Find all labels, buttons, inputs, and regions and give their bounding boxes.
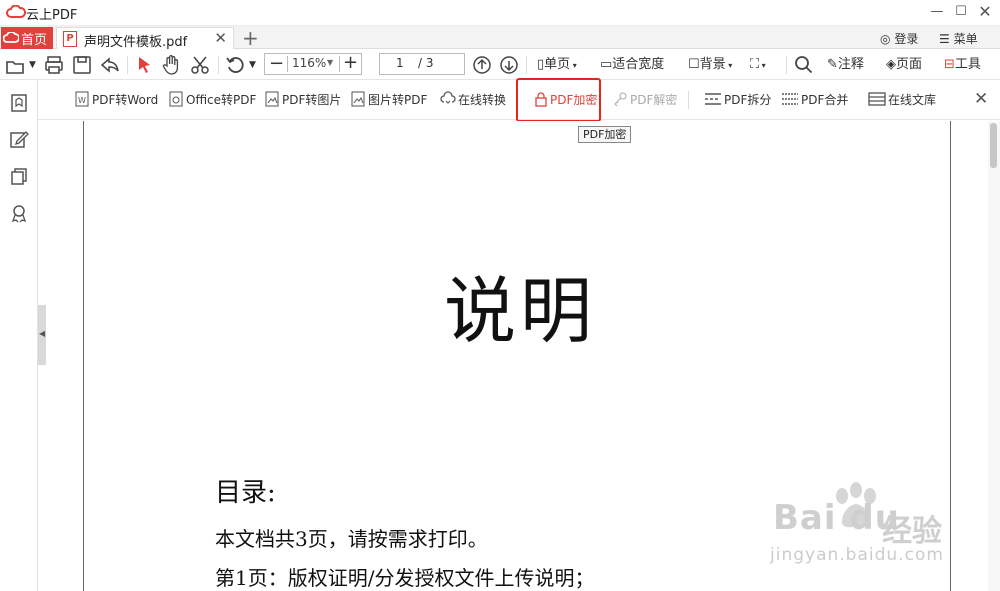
doc-text-line: 第1页：版权证明/分发授权文件上传说明； bbox=[215, 566, 595, 590]
close-toolbar-icon[interactable]: ✕ bbox=[974, 89, 988, 109]
toolbar-divider bbox=[786, 56, 787, 74]
menu-label: 菜单 bbox=[953, 32, 978, 46]
tab-document-label: 声明文件模板.pdf bbox=[84, 35, 188, 50]
single-page-label: 单页 bbox=[544, 57, 571, 72]
pdf-to-image-icon bbox=[265, 91, 279, 107]
merge-icon bbox=[782, 93, 798, 105]
pdf-file-icon: P bbox=[63, 31, 77, 47]
doc-text-line: 本文档共3页，请按需求打印。 bbox=[215, 527, 488, 551]
fit-width-button[interactable]: ▭适合宽度 bbox=[600, 54, 664, 76]
watermark-brand: Bai du bbox=[773, 498, 900, 538]
page-button[interactable]: ◈页面 bbox=[886, 54, 922, 76]
library-icon bbox=[868, 92, 886, 106]
title-bar: 云上PDF — ☐ ✕ bbox=[0, 0, 1000, 26]
fullscreen-icon: ⛶ bbox=[750, 57, 760, 72]
login-label: 登录 bbox=[894, 32, 919, 46]
left-sidebar bbox=[0, 80, 38, 591]
online-library-button[interactable]: 在线文库 bbox=[868, 91, 936, 109]
fit-width-icon: ▭ bbox=[600, 57, 613, 72]
pen-icon: ✎ bbox=[827, 57, 838, 72]
pdf-to-image-button[interactable]: PDF转图片 bbox=[264, 91, 341, 109]
item-label: 在线转换 bbox=[458, 93, 507, 107]
toolbox-icon: ⊟ bbox=[944, 57, 955, 72]
pdf-decrypt-button[interactable]: PDF解密 bbox=[612, 91, 677, 109]
fullscreen-button[interactable]: ⛶ ▾ bbox=[750, 54, 766, 76]
watermark-jingyan: 经验 bbox=[882, 514, 942, 549]
stamp-icon[interactable] bbox=[9, 203, 29, 223]
item-label: PDF拆分 bbox=[724, 93, 772, 107]
svg-text:W: W bbox=[78, 96, 86, 105]
tab-home-label: 首页 bbox=[21, 33, 48, 48]
annotate-button[interactable]: ✎注释 bbox=[827, 54, 864, 76]
layers-icon: ◈ bbox=[886, 57, 896, 72]
item-label: PDF合并 bbox=[801, 93, 849, 107]
toolbar-divider bbox=[526, 56, 527, 74]
tools-button[interactable]: ⊟工具 bbox=[944, 54, 981, 76]
tab-home[interactable]: 首页 bbox=[1, 27, 53, 49]
encrypt-highlight-box bbox=[516, 78, 601, 122]
item-label: PDF转图片 bbox=[282, 93, 342, 107]
annotate-label: 注释 bbox=[837, 57, 864, 72]
page-label: 页面 bbox=[896, 57, 923, 72]
new-tab-button[interactable]: + bbox=[242, 26, 259, 50]
bookmark-icon[interactable] bbox=[9, 93, 29, 113]
document-heading: 说明 bbox=[444, 269, 597, 353]
tab-close-icon[interactable]: ✕ bbox=[214, 29, 227, 47]
office-to-pdf-button[interactable]: Office转PDF bbox=[168, 91, 256, 109]
pages-icon[interactable] bbox=[9, 166, 29, 186]
login-button[interactable]: ◎ 登录 bbox=[880, 30, 918, 47]
prev-page-icon[interactable] bbox=[471, 54, 493, 76]
close-icon[interactable]: ✕ bbox=[974, 2, 996, 22]
watermark-url: jingyan.baidu.com bbox=[770, 545, 944, 565]
cloud-logo-icon bbox=[6, 5, 26, 18]
app-title: 云上PDF bbox=[26, 8, 78, 23]
background-button[interactable]: ☐背景 ▾ bbox=[688, 54, 732, 76]
sidebar-collapse-handle[interactable]: ◀ bbox=[38, 305, 46, 365]
item-label: 图片转PDF bbox=[368, 93, 428, 107]
fit-width-label: 适合宽度 bbox=[612, 57, 665, 72]
search-icon[interactable] bbox=[793, 54, 815, 76]
toolbar-right-group: ▯单页 ▾ ▭适合宽度 ☐背景 ▾ ⛶ ▾ ✎注释 ◈页面 ⊟工具 bbox=[0, 49, 1000, 80]
hamburger-icon: ☰ bbox=[939, 32, 950, 46]
menu-button[interactable]: ☰ 菜单 bbox=[939, 30, 978, 47]
item-label: PDF解密 bbox=[630, 93, 678, 107]
pdf-to-word-button[interactable]: W PDF转Word bbox=[74, 91, 158, 109]
online-convert-icon bbox=[440, 91, 456, 104]
toolbar-divider bbox=[688, 91, 689, 109]
item-label: Office转PDF bbox=[186, 93, 257, 107]
app-window: 云上PDF — ☐ ✕ 首页 P 声明文件模板.pdf ✕ + ◎ 登录 ☰ 菜… bbox=[0, 0, 1000, 591]
scrollbar-thumb[interactable] bbox=[990, 123, 997, 168]
pdf-to-word-icon: W bbox=[75, 91, 89, 107]
online-convert-button[interactable]: 在线转换 bbox=[440, 91, 506, 109]
user-icon: ◎ bbox=[880, 32, 891, 46]
item-label: 在线文库 bbox=[888, 93, 937, 107]
chevron-left-icon: ◀ bbox=[39, 329, 46, 338]
toc-title: 目录: bbox=[215, 478, 276, 508]
next-page-icon[interactable] bbox=[498, 54, 520, 76]
office-to-pdf-icon bbox=[169, 91, 183, 107]
background-icon: ☐ bbox=[688, 57, 700, 72]
cloud-logo-icon bbox=[3, 32, 19, 43]
tab-bar: 首页 P 声明文件模板.pdf ✕ + ◎ 登录 ☰ 菜单 bbox=[0, 26, 1000, 50]
image-to-pdf-icon bbox=[351, 91, 365, 107]
pdf-merge-button[interactable]: PDF合并 bbox=[781, 91, 848, 109]
key-icon bbox=[614, 92, 627, 107]
tooltip: PDF加密 bbox=[578, 126, 632, 143]
vertical-scrollbar[interactable] bbox=[988, 121, 1000, 591]
background-label: 背景 bbox=[699, 57, 726, 72]
pdf-split-button[interactable]: PDF拆分 bbox=[704, 91, 771, 109]
minimize-icon[interactable]: — bbox=[926, 2, 948, 22]
split-icon bbox=[705, 93, 721, 105]
tab-document[interactable]: P 声明文件模板.pdf ✕ bbox=[56, 27, 234, 50]
tools-label: 工具 bbox=[954, 57, 981, 72]
maximize-icon[interactable]: ☐ bbox=[950, 2, 972, 22]
edit-icon[interactable] bbox=[9, 129, 29, 149]
single-page-button[interactable]: ▯单页 ▾ bbox=[537, 54, 577, 76]
image-to-pdf-button[interactable]: 图片转PDF bbox=[350, 91, 427, 109]
item-label: PDF转Word bbox=[92, 93, 159, 107]
